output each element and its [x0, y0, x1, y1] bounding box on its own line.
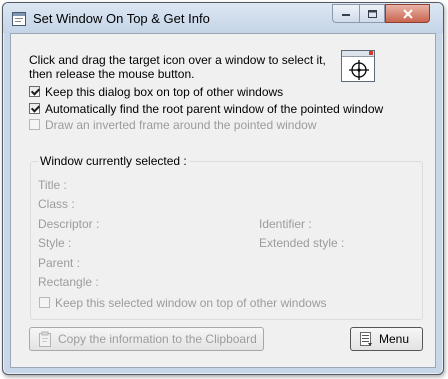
menu-list-icon: [359, 331, 373, 347]
instruction-text: Click and drag the target icon over a wi…: [29, 53, 326, 81]
title-label: Title :: [38, 178, 67, 192]
extended-style-label: Extended style :: [259, 236, 345, 250]
checkbox-unchecked[interactable]: [39, 297, 50, 308]
group-title: Window currently selected :: [38, 154, 189, 168]
maximize-button[interactable]: [359, 4, 385, 23]
selected-window-group: Window currently selected : Title : Clas…: [30, 154, 423, 320]
rectangle-label: Rectangle :: [38, 275, 99, 289]
minimize-button[interactable]: [332, 4, 359, 23]
maximize-icon: [367, 9, 377, 18]
dialog-client-area: Click and drag the target icon over a wi…: [10, 33, 436, 368]
close-button[interactable]: [385, 4, 430, 23]
close-icon: [402, 8, 413, 19]
minimize-icon: [342, 13, 350, 16]
keep-on-top-checkbox[interactable]: Keep this dialog box on top of other win…: [29, 84, 283, 99]
checkbox-unchecked[interactable]: [29, 119, 40, 130]
draw-inverted-frame-checkbox[interactable]: Draw an inverted frame around the pointe…: [29, 117, 317, 132]
window-title: Set Window On Top & Get Info: [33, 11, 210, 26]
keep-selected-on-top-checkbox[interactable]: Keep this selected window on top of othe…: [39, 295, 327, 310]
class-label: Class :: [38, 197, 75, 211]
copy-to-clipboard-button[interactable]: Copy the information to the Clipboard: [29, 327, 264, 351]
crosshair-target-icon[interactable]: [341, 50, 375, 82]
style-label: Style :: [38, 236, 72, 250]
title-bar[interactable]: Set Window On Top & Get Info: [3, 3, 443, 33]
find-root-parent-checkbox[interactable]: Automatically find the root parent windo…: [29, 101, 383, 116]
descriptor-label: Descriptor :: [38, 217, 100, 231]
checkbox-checked[interactable]: [29, 103, 40, 114]
clipboard-icon: [38, 331, 52, 347]
parent-label: Parent :: [38, 256, 81, 270]
window-app-icon: [12, 12, 26, 26]
identifier-label: Identifier :: [259, 217, 312, 231]
dialog-window: Set Window On Top & Get Info Click and d…: [2, 2, 444, 375]
checkbox-checked[interactable]: [29, 86, 40, 97]
menu-button[interactable]: Menu: [350, 327, 423, 351]
